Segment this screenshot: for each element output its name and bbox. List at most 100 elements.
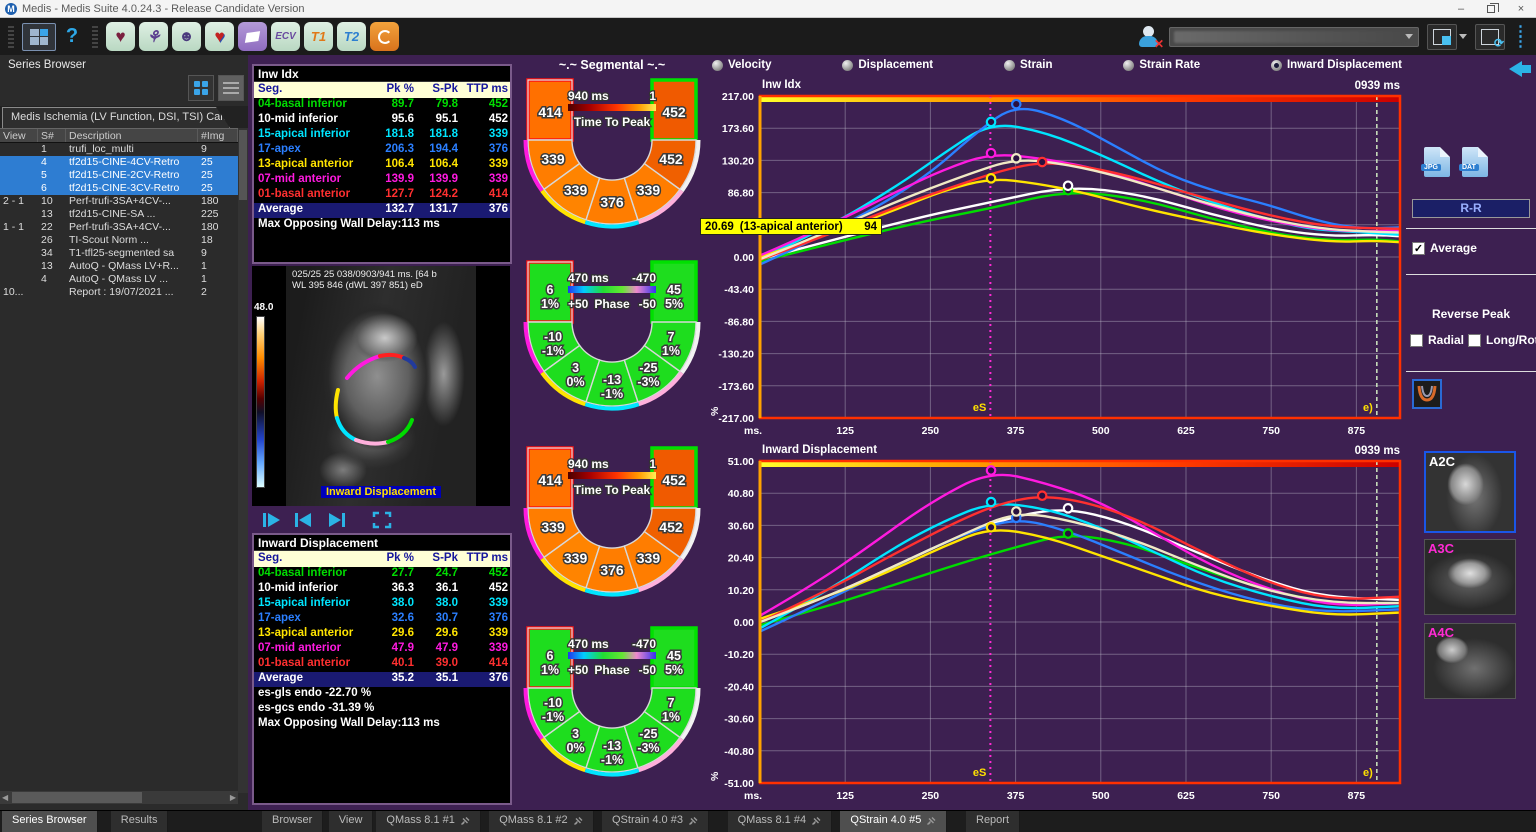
close-button[interactable]: × <box>1506 0 1536 17</box>
session-tab-qmass-8-1--4[interactable]: QMass 8.1 #4 <box>728 811 832 832</box>
svg-text:45: 45 <box>667 283 681 297</box>
series-row[interactable]: 2 - 110Perf-trufi-3SA+4CV-...180 <box>0 195 238 208</box>
reset-layout-button[interactable]: ⟳ <box>1475 24 1505 50</box>
study-tab[interactable]: Medis Ischemia (LV Function, DSI, TSI) C… <box>2 107 230 128</box>
session-tab-qmass-8-1--1[interactable]: QMass 8.1 #1 <box>376 811 480 832</box>
inward-displacement-chart[interactable]: 51.0040.8030.6020.4010.200.00-10.20-20.4… <box>704 441 1406 805</box>
save-layout-button[interactable] <box>1427 24 1457 50</box>
series-row[interactable]: 4AutoQ - QMass LV ...1 <box>0 273 238 286</box>
table-row[interactable]: 10-mid inferior36.336.1452 <box>254 582 510 597</box>
help-button[interactable]: ? <box>60 25 84 48</box>
restore-button[interactable] <box>1476 0 1506 17</box>
more-menu-button[interactable]: ⋮⋮ <box>1513 27 1528 47</box>
first-frame-button[interactable] <box>294 511 314 529</box>
horizontal-scrollbar[interactable]: ◀▶ <box>0 791 238 804</box>
table-row[interactable]: 15-apical inferior38.038.0339 <box>254 597 510 612</box>
series-row[interactable]: 10...Report : 19/07/2021 ...2 <box>0 286 238 299</box>
series-row[interactable]: 13AutoQ - QMass LV+R...1 <box>0 260 238 273</box>
session-tab-view[interactable]: View <box>329 811 374 832</box>
export-jpg-button[interactable]: JPG <box>1424 147 1450 177</box>
series-row[interactable]: 13tf2d15-CINE-SA ...225 <box>0 208 238 221</box>
scroll-left-icon[interactable]: ◀ <box>2 793 8 802</box>
series-row[interactable]: 34T1-tfl25-segmented sa9 <box>0 247 238 260</box>
average-checkbox-row[interactable]: ✓ Average <box>1412 241 1477 255</box>
layout-preset-dropdown[interactable] <box>1169 27 1419 47</box>
scroll-thumb[interactable] <box>12 792 142 803</box>
table-row[interactable]: 07-mid anterior139.9139.9339 <box>254 173 510 188</box>
radio-velocity[interactable]: Velocity <box>712 57 771 73</box>
thumbnail-a3c[interactable]: A3C <box>1424 539 1516 615</box>
minimize-button[interactable]: – <box>1446 0 1476 17</box>
svg-text:500: 500 <box>1092 790 1110 802</box>
table-row[interactable]: 04-basal inferior27.724.7452 <box>254 567 510 582</box>
t1-app-icon[interactable]: T1 <box>304 22 333 51</box>
table-row[interactable]: 01-basal anterior40.139.0414 <box>254 657 510 672</box>
layout-button[interactable] <box>22 23 56 51</box>
table-row[interactable]: 01-basal anterior127.7124.2414 <box>254 188 510 203</box>
session-tab-qstrain-4-0--5[interactable]: QStrain 4.0 #5 <box>840 811 947 832</box>
qstrain-app-icon[interactable] <box>238 22 267 51</box>
qflow-app-icon[interactable]: ⚘ <box>139 22 168 51</box>
table-row[interactable]: 04-basal inferior89.779.8452 <box>254 98 510 113</box>
inw-idx-chart[interactable]: 217.00173.60130.2086.8043.400.00-43.40-8… <box>704 76 1406 440</box>
ecv-app-icon[interactable]: ECV <box>271 22 300 51</box>
last-frame-button[interactable] <box>326 511 346 529</box>
table-row[interactable]: 17-apex32.630.7376 <box>254 612 510 627</box>
series-row[interactable]: 4tf2d15-CINE-4CV-Retro25 <box>0 156 238 169</box>
chevron-down-icon[interactable] <box>1459 34 1467 39</box>
vertical-scrollbar[interactable] <box>238 128 248 793</box>
table-row[interactable]: 17-apex206.3194.4376 <box>254 143 510 158</box>
panel-tab-results[interactable]: Results <box>111 811 169 832</box>
session-tab-qmass-8-1--2[interactable]: QMass 8.1 #2 <box>489 811 593 832</box>
inw-idx-table: Inw IdxSeg.Pk %S-PkTTP ms04-basal inferi… <box>252 64 512 264</box>
export-dat-button[interactable]: DAT <box>1462 147 1488 177</box>
table-row[interactable]: 13-apical anterior106.4106.4339 <box>254 158 510 173</box>
radio-strain-rate[interactable]: Strain Rate <box>1123 57 1200 73</box>
longrot-checkbox-row[interactable]: Long/Rot <box>1468 333 1536 347</box>
svg-text:-25: -25 <box>639 361 657 375</box>
table-row[interactable]: 07-mid anterior47.947.9339 <box>254 642 510 657</box>
svg-text:-10: -10 <box>544 330 562 344</box>
svg-text:-130.20: -130.20 <box>718 349 754 361</box>
rr-button[interactable]: R-R <box>1412 199 1530 218</box>
radial-checkbox[interactable] <box>1410 334 1423 347</box>
grid-view-button[interactable] <box>188 75 214 101</box>
thumbnail-a2c[interactable]: A2C <box>1424 451 1516 533</box>
table-row[interactable]: 15-apical inferior181.8181.8339 <box>254 128 510 143</box>
radio-strain[interactable]: Strain <box>1004 57 1053 73</box>
series-row[interactable]: 6tf2d15-CINE-3CV-Retro25 <box>0 182 238 195</box>
average-checkbox[interactable]: ✓ <box>1412 242 1425 255</box>
user-logout-button[interactable]: ✕ <box>1135 25 1161 49</box>
series-row[interactable]: 1trufi_loc_multi9 <box>0 143 238 156</box>
patient-app-icon[interactable]: ☻ <box>172 22 201 51</box>
curve-display-button[interactable] <box>1412 379 1442 409</box>
table-row[interactable]: 13-apical anterior29.629.6339 <box>254 627 510 642</box>
thumbnail-a4c[interactable]: A4C <box>1424 623 1516 699</box>
lv-contour-overlay <box>252 266 510 506</box>
svg-text:-1%: -1% <box>542 710 564 724</box>
table-row[interactable]: 10-mid inferior95.695.1452 <box>254 113 510 128</box>
fullscreen-button[interactable] <box>372 511 392 529</box>
longrot-checkbox[interactable] <box>1468 334 1481 347</box>
series-row[interactable]: 5tf2d15-CINE-2CV-Retro25 <box>0 169 238 182</box>
series-row[interactable]: 1 - 122Perf-trufi-3SA+4CV-...180 <box>0 221 238 234</box>
radio-inward-displacement[interactable]: Inward Displacement <box>1271 57 1402 73</box>
list-view-button[interactable] <box>218 75 244 101</box>
qmass-app-icon[interactable]: ♥ <box>106 22 135 51</box>
collapse-panel-button[interactable] <box>1509 61 1522 77</box>
t2-app-icon[interactable]: T2 <box>337 22 366 51</box>
session-tab-qstrain-4-0--3[interactable]: QStrain 4.0 #3 <box>602 811 709 832</box>
table-extra-row: es-gls endo -22.70 % <box>254 687 510 702</box>
session-tab-browser[interactable]: Browser <box>262 811 323 832</box>
radio-displacement[interactable]: Displacement <box>842 57 933 73</box>
session-tab-report[interactable]: Report <box>966 811 1020 832</box>
3d-view-app-icon[interactable] <box>370 22 399 51</box>
radial-checkbox-row[interactable]: Radial <box>1410 333 1464 347</box>
scroll-right-icon[interactable]: ▶ <box>230 793 236 802</box>
cine-viewer[interactable]: 025/25 25 038/0903/941 ms. [64 b WL 395 … <box>252 266 510 506</box>
panel-tab-series-browser[interactable]: Series Browser <box>2 811 98 832</box>
play-button[interactable] <box>262 511 282 529</box>
heart-anatomy-app-icon[interactable]: ♥ <box>205 22 234 51</box>
series-row[interactable]: 26TI-Scout Norm ...18 <box>0 234 238 247</box>
radio-icon <box>1004 60 1015 71</box>
